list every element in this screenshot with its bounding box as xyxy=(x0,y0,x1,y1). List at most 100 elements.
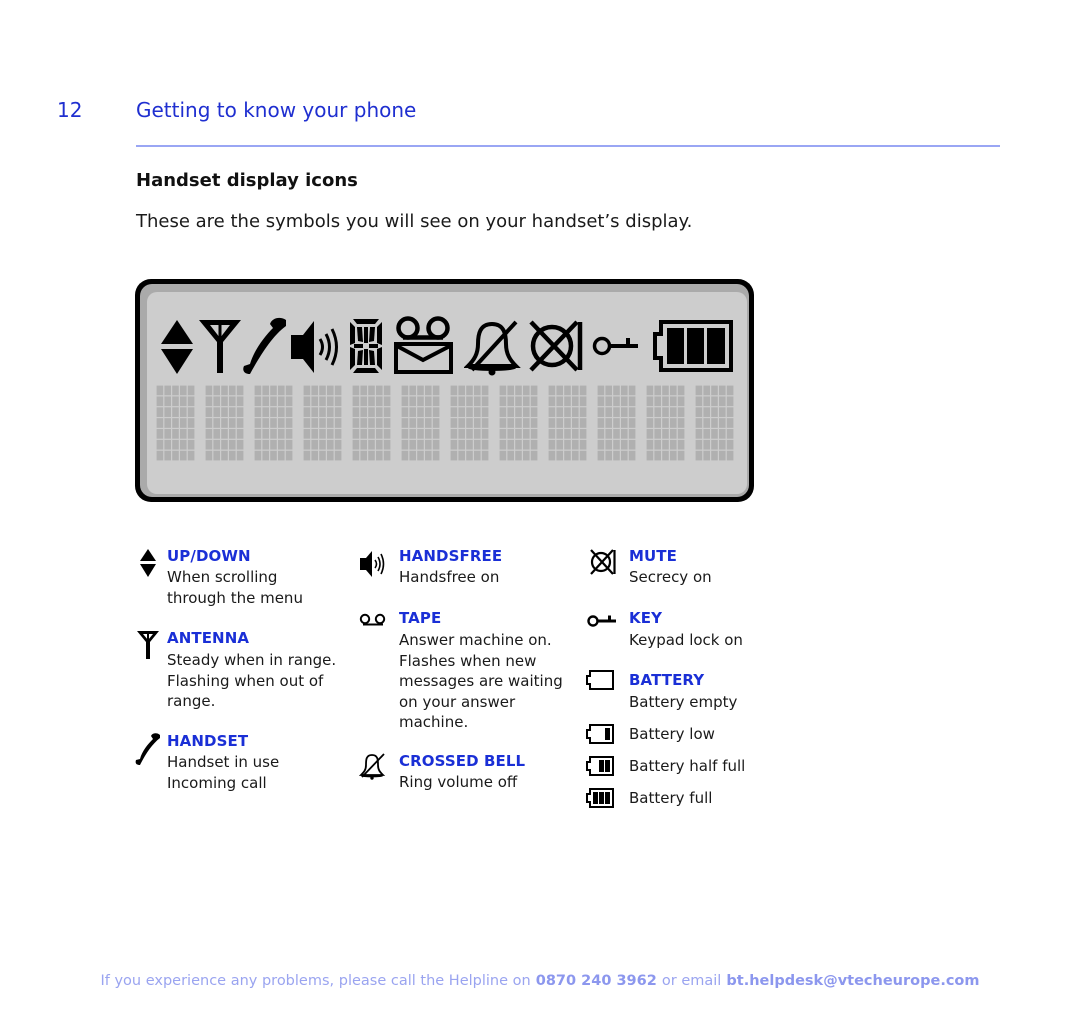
lcd-dot xyxy=(425,407,432,417)
lcd-dot xyxy=(670,450,677,461)
lcd-dot xyxy=(311,385,318,396)
lcd-dot xyxy=(432,407,440,417)
lcd-dot xyxy=(180,407,187,417)
lcd-dot xyxy=(677,396,685,407)
lcd-dot xyxy=(628,439,636,450)
lcd-dot xyxy=(548,396,556,407)
lcd-dot xyxy=(613,429,620,439)
lcd-dot xyxy=(368,396,375,407)
lcd-dot xyxy=(579,396,587,407)
lcd-dot xyxy=(417,450,424,461)
lcd-dot xyxy=(360,385,367,396)
lcd-dot xyxy=(621,396,628,407)
lcd-dot xyxy=(597,418,605,428)
lcd-dot xyxy=(621,429,628,439)
lcd-dot xyxy=(262,385,269,396)
lcd-dot xyxy=(662,429,669,439)
lcd-dot xyxy=(376,429,383,439)
lcd-dot xyxy=(654,439,661,450)
legend-description: Handset in use Incoming call xyxy=(167,752,279,793)
lcd-character-cell xyxy=(548,385,587,461)
lcd-dot xyxy=(662,439,669,450)
lcd-dot xyxy=(285,429,293,439)
lcd-dot xyxy=(711,418,718,428)
battery-state-label: Battery empty xyxy=(629,693,738,711)
lcd-dot xyxy=(311,418,318,428)
lcd-dot xyxy=(466,450,473,461)
lcd-dot xyxy=(229,385,236,396)
legend-line: Answer machine on. xyxy=(399,631,552,649)
lcd-dot xyxy=(530,439,538,450)
lcd-dot xyxy=(319,385,326,396)
lcd-dot xyxy=(303,385,311,396)
battery-full-icon xyxy=(653,320,733,372)
lcd-character-cell xyxy=(646,385,685,461)
lcd-dot xyxy=(262,418,269,428)
lcd-dot xyxy=(368,407,375,417)
lcd-dot xyxy=(677,429,685,439)
lcd-dot xyxy=(530,385,538,396)
lcd-dot xyxy=(278,429,285,439)
lcd-dot xyxy=(360,439,367,450)
lcd-dot xyxy=(383,450,391,461)
lcd-dot xyxy=(360,418,367,428)
lcd-dot xyxy=(303,439,311,450)
legend-line: range. xyxy=(167,692,216,710)
lcd-dot xyxy=(481,396,489,407)
lcd-dot xyxy=(481,385,489,396)
lcd-dot xyxy=(303,450,311,461)
lcd-dot xyxy=(254,418,262,428)
lcd-dot xyxy=(180,385,187,396)
lcd-character-cell xyxy=(352,385,391,461)
lcd-dot xyxy=(548,385,556,396)
lcd-dot xyxy=(334,418,342,428)
lcd-dot xyxy=(319,396,326,407)
lcd-dot xyxy=(401,385,409,396)
lcd-dot xyxy=(254,439,262,450)
intro-text: These are the symbols you will see on yo… xyxy=(136,211,693,232)
crossed-bell-icon xyxy=(359,753,386,780)
lcd-dot xyxy=(334,439,342,450)
lcd-dot xyxy=(450,429,458,439)
lcd-dot xyxy=(523,385,530,396)
lcd-dot xyxy=(254,429,262,439)
lcd-dot xyxy=(474,439,481,450)
lcd-dot xyxy=(236,407,244,417)
lcd-dot xyxy=(156,407,164,417)
section-title: Getting to know your phone xyxy=(136,98,417,122)
lcd-dot xyxy=(458,439,465,450)
lcd-dot xyxy=(711,396,718,407)
footer-middle: or email xyxy=(661,973,722,989)
legend-description: Ring volume off xyxy=(399,772,517,793)
lcd-dot xyxy=(311,439,318,450)
lcd-character-cell xyxy=(695,385,734,461)
lcd-dot xyxy=(605,450,612,461)
lcd-dot xyxy=(597,450,605,461)
legend-line: through the menu xyxy=(167,588,303,607)
lcd-dot xyxy=(432,439,440,450)
lcd-dot xyxy=(548,429,556,439)
lcd-dot xyxy=(409,450,416,461)
lcd-dot xyxy=(368,439,375,450)
lcd-dot xyxy=(605,385,612,396)
lcd-dot xyxy=(530,429,538,439)
lcd-dot xyxy=(303,418,311,428)
lcd-dot xyxy=(376,439,383,450)
lcd-dot xyxy=(523,429,530,439)
lcd-dot xyxy=(172,407,179,417)
lcd-dot xyxy=(556,439,563,450)
lcd-dot xyxy=(278,407,285,417)
lcd-dot xyxy=(579,418,587,428)
lcd-dot xyxy=(621,418,628,428)
lcd-dot xyxy=(499,407,507,417)
legend-title: HANDSFREE xyxy=(399,547,503,565)
lcd-dot xyxy=(278,439,285,450)
lcd-dot xyxy=(572,396,579,407)
lcd-dot xyxy=(401,429,409,439)
lcd-dot xyxy=(187,385,195,396)
key-icon xyxy=(587,615,616,627)
lcd-dot xyxy=(605,429,612,439)
lcd-character-cell xyxy=(450,385,489,461)
lcd-dot xyxy=(334,385,342,396)
lcd-dot xyxy=(572,418,579,428)
